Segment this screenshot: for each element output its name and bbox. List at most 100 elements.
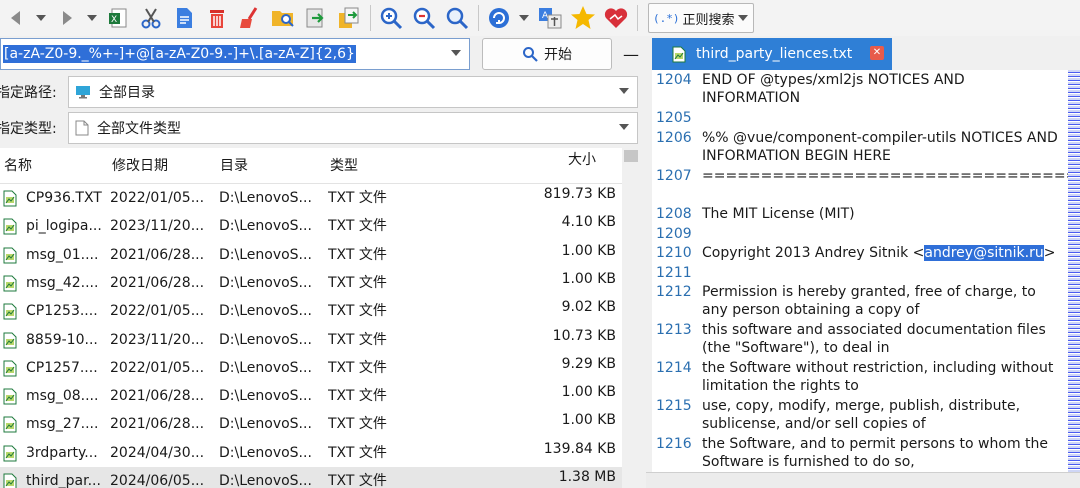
column-header-size[interactable]: 大小: [568, 142, 596, 178]
line-text: >: [1043, 245, 1056, 261]
favorite-button[interactable]: [569, 3, 597, 33]
cell-dir: D:\LenovoS...: [219, 388, 312, 405]
results-table-header: 名称 修改日期 目录 类型 大小: [0, 148, 622, 184]
text-file-icon: [3, 218, 17, 235]
scissors-icon: [141, 8, 161, 29]
chevron-down-icon: [619, 124, 629, 130]
regex-match-highlight[interactable]: andrey@sitnik.ru: [924, 245, 1044, 261]
cell-name: third_par...: [26, 473, 101, 488]
cell-type: TXT 文件: [328, 444, 387, 461]
zoom-out-button[interactable]: [410, 3, 438, 33]
filetype-row: 指定类型: 全部文件类型: [0, 112, 640, 144]
close-icon[interactable]: ✕: [870, 46, 884, 60]
line-number: 1214: [656, 360, 692, 376]
cell-name: CP1257....: [26, 359, 98, 376]
cell-dir: D:\LenovoS...: [219, 331, 312, 348]
search-mode-select[interactable]: (.*) 正则搜索: [648, 3, 754, 33]
cell-dir: D:\LenovoS...: [219, 190, 312, 206]
export-excel-button[interactable]: X: [104, 3, 132, 33]
back-button[interactable]: [2, 3, 30, 33]
search-icon: [446, 7, 469, 30]
cut-button[interactable]: [137, 3, 165, 33]
translate-button[interactable]: A: [536, 3, 564, 33]
open-folder-button[interactable]: [269, 3, 297, 33]
preview-bottom-bar: [646, 472, 1080, 488]
line-number: 1210: [656, 245, 692, 261]
back-dropdown[interactable]: [35, 3, 47, 33]
path-select[interactable]: 全部目录: [68, 76, 638, 108]
text-file-icon: [3, 360, 17, 377]
regex-search-value: [a-zA-Z0-9._%+-]+@[a-zA-Z0-9.-]+\.[a-zA-…: [3, 45, 356, 63]
cell-dir: D:\LenovoS...: [219, 473, 312, 488]
cell-name: 3rdparty...: [26, 444, 98, 461]
line-text: the Software without restriction, includ…: [702, 360, 1054, 394]
zoom-in-button[interactable]: [377, 3, 405, 33]
chevron-down-icon: [36, 15, 46, 21]
copy-button[interactable]: [170, 3, 198, 33]
column-header-dir[interactable]: 目录: [220, 148, 248, 184]
search-button[interactable]: [443, 3, 471, 33]
line-text: use, copy, modify, merge, publish, distr…: [702, 398, 1021, 432]
line-content: the Software without restriction, includ…: [702, 359, 1064, 395]
cell-size: 819.73 KB: [543, 186, 616, 202]
table-row[interactable]: third_par... 2024/06/05... D:\LenovoS... TX…: [0, 467, 622, 488]
cell-size: 1.00 KB: [561, 384, 616, 401]
scrollbar-thumb[interactable]: [624, 150, 638, 162]
arrow-right-icon: [63, 11, 72, 25]
cell-size: 9.29 KB: [561, 355, 616, 372]
chevron-down-icon[interactable]: [451, 50, 461, 56]
column-header-name[interactable]: 名称: [4, 148, 32, 184]
results-scrollbar[interactable]: [622, 148, 640, 488]
tab-third-party-liences[interactable]: third_party_liences.txt ✕: [652, 38, 892, 70]
cell-date: 2023/11/20...: [110, 331, 205, 348]
line-text: The MIT License (MIT): [702, 206, 855, 222]
filetype-select[interactable]: 全部文件类型: [68, 112, 638, 144]
chevron-down-icon: [87, 15, 97, 21]
line-content: %% @vue/component-compiler-utils NOTICES…: [702, 129, 1064, 165]
line-number: 1211: [656, 265, 692, 281]
cell-type: TXT 文件: [328, 416, 387, 433]
file-copy-icon: [339, 7, 359, 28]
text-file-icon: [3, 332, 17, 348]
donate-button[interactable]: [602, 3, 630, 33]
line-content: Permission is hereby granted, free of ch…: [702, 283, 1064, 319]
forward-button[interactable]: [53, 3, 81, 33]
filetype-label: 指定类型:: [0, 121, 57, 137]
cell-type: TXT 文件: [328, 246, 387, 263]
cell-type: TXT 文件: [328, 388, 387, 405]
cell-type: TXT 文件: [328, 274, 387, 291]
match-minimap[interactable]: [1068, 70, 1080, 472]
text-preview[interactable]: 1204 END OF @types/xml2js NOTICES AND INF…: [652, 70, 1068, 472]
copy-to-button[interactable]: [335, 3, 363, 33]
regex-search-input[interactable]: [a-zA-Z0-9._%+-]+@[a-zA-Z0-9.-]+\.[a-zA-…: [0, 38, 470, 70]
column-header-type[interactable]: 类型: [330, 148, 358, 184]
move-to-button[interactable]: [302, 3, 330, 33]
cell-size: 9.02 KB: [561, 299, 616, 316]
line-number: 1215: [656, 398, 692, 414]
collapse-button[interactable]: —: [620, 40, 642, 68]
line-number: 1212: [656, 284, 692, 300]
column-header-date[interactable]: 修改日期: [112, 148, 168, 184]
cell-date: 2021/06/28...: [110, 246, 205, 263]
filetype-value: 全部文件类型: [97, 121, 181, 137]
cell-type: TXT 文件: [328, 190, 387, 206]
cell-size: 1.00 KB: [561, 242, 616, 259]
cell-date: 2021/06/28...: [110, 388, 205, 405]
line-number: 1205: [656, 110, 692, 126]
cell-dir: D:\LenovoS...: [219, 444, 312, 461]
refresh-dropdown[interactable]: [518, 3, 530, 33]
cell-type: TXT 文件: [328, 331, 387, 348]
path-label: 指定路径:: [0, 85, 57, 101]
trash-icon: [210, 10, 224, 28]
cell-dir: D:\LenovoS...: [219, 274, 312, 291]
refresh-button[interactable]: [485, 3, 513, 33]
path-row: 指定路径: 全部目录: [0, 76, 640, 108]
line-content: use, copy, modify, merge, publish, distr…: [702, 397, 1064, 433]
delete-button[interactable]: [203, 3, 231, 33]
cell-type: TXT 文件: [328, 473, 387, 488]
start-search-button[interactable]: 开始: [482, 38, 612, 70]
forward-dropdown[interactable]: [86, 3, 98, 33]
text-file-icon: [3, 445, 17, 462]
line-content: Copyright 2013 Andrey Sitnik <andrey@sit…: [702, 244, 1064, 262]
clean-button[interactable]: [236, 3, 264, 33]
